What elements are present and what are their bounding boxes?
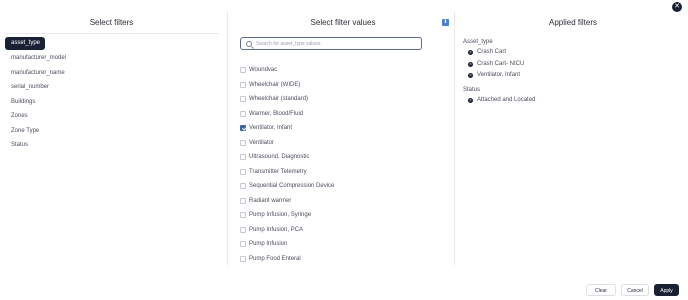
value-item[interactable]: Pump Infusion [233, 237, 453, 252]
filter-item[interactable]: Status [0, 138, 223, 153]
filter-item[interactable]: manufacturer_model [0, 51, 223, 66]
value-checkbox[interactable] [240, 168, 246, 175]
close-icon[interactable]: ✕ [672, 2, 682, 12]
remove-icon[interactable]: ✕ [468, 61, 473, 67]
value-checkbox[interactable] [240, 183, 246, 189]
value-item[interactable]: Wheelchair (standard) [233, 92, 453, 107]
value-item[interactable]: Sequential Compression Device [233, 179, 453, 194]
value-label: Ventilator [249, 139, 275, 146]
applied-filter-label: Crash Cart [477, 49, 507, 55]
value-label: Radiant warmer [249, 197, 292, 204]
select-filters-panel: Select filters asset_type manufacturer_mo… [0, 12, 223, 265]
cancel-button[interactable]: Cancel [621, 284, 649, 296]
select-values-title: Select filter values [310, 18, 376, 27]
value-checkbox[interactable] [240, 125, 246, 131]
footer: Clear All Cancel Apply [586, 284, 679, 296]
value-label: Pump Food Enteral [249, 255, 301, 262]
applied-filter-chip: ✕ Attached and Located [458, 95, 688, 107]
value-label: Ventilator, Infant [249, 125, 293, 131]
value-item[interactable]: Transmitter Telemetry [233, 165, 453, 180]
value-list[interactable]: Woundvac Wheelchair (WIDE) Wheelchair (sta… [233, 63, 453, 265]
value-checkbox[interactable] [240, 255, 246, 262]
value-checkbox[interactable] [240, 154, 246, 160]
filter-item[interactable]: asset_type [5, 37, 45, 50]
applied-filters-title: Applied filters [548, 18, 598, 27]
applied-filter-label: Ventilator, Infant [477, 72, 521, 78]
value-label: Wheelchair (WIDE) [249, 81, 301, 88]
value-checkbox[interactable] [240, 110, 246, 117]
apply-button[interactable]: Apply [654, 284, 679, 296]
applied-filter-chip: ✕ Crash Cart [458, 47, 688, 59]
applied-filter-chip: ✕ Crash Cart- NICU [458, 59, 688, 71]
applied-filter-label: Crash Cart- NICU [477, 60, 525, 67]
select-values-panel: Select filter values ⬇ Woundvac Wheelchai… [233, 12, 453, 265]
remove-icon[interactable]: ✕ [468, 97, 473, 103]
value-label: Warmer, Blood/Fluid [249, 110, 304, 117]
filter-item[interactable]: Zone Type [0, 124, 223, 139]
filter-item[interactable]: Zones [0, 109, 223, 124]
value-checkbox[interactable] [240, 67, 246, 73]
applied-group-title: Asset_type [463, 39, 493, 45]
value-label: Woundvac [249, 67, 278, 73]
search-box [240, 37, 422, 50]
value-item[interactable]: Radiant warmer [233, 194, 453, 209]
filter-item[interactable]: manufacturer_name [0, 66, 223, 81]
value-item[interactable]: Ventilator, Infant [233, 121, 453, 136]
clear-all-button[interactable]: Clear All [586, 284, 616, 296]
value-label: Transmitter Telemetry [249, 168, 307, 175]
applied-filter-label: Attached and Located [477, 96, 536, 103]
value-checkbox[interactable] [240, 197, 246, 204]
value-checkbox[interactable] [240, 212, 246, 218]
column-divider [454, 12, 455, 265]
filter-item[interactable]: Buildings [0, 95, 223, 110]
value-item[interactable]: Ventilator [233, 136, 453, 151]
value-checkbox[interactable] [240, 139, 246, 146]
value-item[interactable]: Pump Food Enteral [233, 252, 453, 266]
value-label: Wheelchair (standard) [249, 96, 309, 102]
value-checkbox[interactable] [240, 241, 246, 247]
value-label: Sequential Compression Device [249, 183, 335, 189]
filter-item[interactable]: serial_number [0, 80, 223, 95]
search-input[interactable] [256, 38, 416, 49]
search-icon [246, 41, 252, 47]
value-item[interactable]: Pump Infusion, Syringe [233, 208, 453, 223]
applied-list: Asset_type ✕ Crash Cart ✕ Crash Cart- NICU ✕ V… [458, 38, 688, 106]
applied-filters-panel: Applied filters Asset_type ✕ Crash Cart ✕ Cr… [458, 12, 688, 265]
applied-group-title: Status [463, 86, 481, 93]
value-item[interactable]: Ultrasound, Diagnostic [233, 150, 453, 165]
remove-icon[interactable]: ✕ [468, 50, 473, 55]
value-item[interactable]: Pump Infusion, PCA [233, 223, 453, 238]
filter-list: asset_type manufacturer_model manufacturer… [0, 37, 223, 153]
value-item[interactable]: Woundvac [233, 63, 453, 78]
value-label: Pump Infusion, PCA [249, 226, 304, 233]
column-divider [227, 12, 228, 265]
download-icon[interactable]: ⬇ [442, 19, 449, 26]
value-item[interactable]: Warmer, Blood/Fluid [233, 107, 453, 122]
remove-icon[interactable]: ✕ [468, 73, 473, 78]
value-label: Ultrasound, Diagnostic [249, 154, 310, 160]
value-checkbox[interactable] [240, 226, 246, 233]
value-label: Pump Infusion [249, 241, 288, 247]
value-checkbox[interactable] [240, 81, 246, 88]
value-label: Pump Infusion, Syringe [249, 212, 312, 218]
value-item[interactable]: Wheelchair (WIDE) [233, 78, 453, 93]
value-checkbox[interactable] [240, 96, 246, 102]
select-filters-title: Select filters [4, 12, 219, 34]
applied-filter-chip: ✕ Ventilator, Infant [458, 70, 688, 82]
